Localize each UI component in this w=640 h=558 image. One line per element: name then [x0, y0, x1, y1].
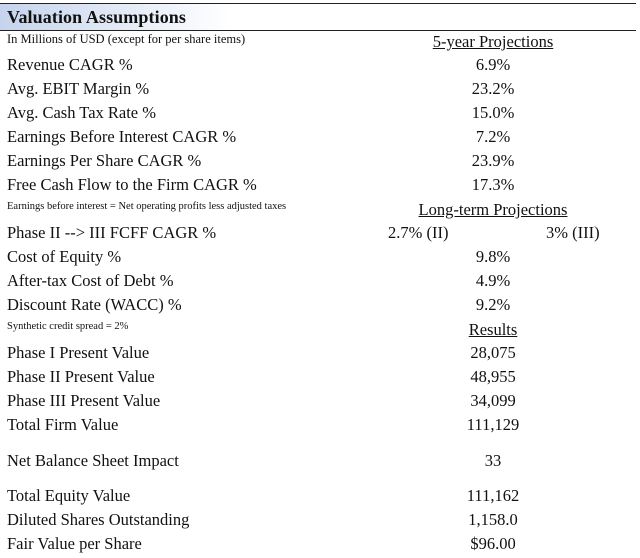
table-row: Cost of Equity % 9.8% [0, 247, 640, 271]
row-label: After-tax Cost of Debt % [7, 271, 174, 290]
row-label: Fair Value per Share [7, 534, 142, 553]
row-value: 23.9% [471, 151, 515, 170]
row-label: Phase II --> III FCFF CAGR % [7, 223, 217, 242]
row-label: Avg. EBIT Margin % [7, 79, 150, 98]
phase2-value: 2.7% (II) [388, 223, 449, 242]
row-value: 28,075 [470, 343, 516, 362]
row-label: Earnings Before Interest CAGR % [7, 127, 237, 146]
row-label: Phase III Present Value [7, 391, 161, 410]
note-row: Synthetic credit spread = 2% Results [0, 319, 640, 343]
table-row: Phase II --> III FCFF CAGR % 2.7% (II) 3… [0, 223, 640, 247]
row-value: 6.9% [475, 55, 511, 74]
row-label: Free Cash Flow to the Firm CAGR % [7, 175, 257, 194]
row-label: Net Balance Sheet Impact [7, 451, 179, 470]
table-row: Avg. EBIT Margin % 23.2% [0, 79, 640, 103]
row-value: 23.2% [471, 79, 515, 98]
row-value: 9.2% [475, 295, 511, 314]
row-label: Diluted Shares Outstanding [7, 510, 190, 529]
row-label: Phase I Present Value [7, 343, 150, 362]
table-row: Avg. Cash Tax Rate % 15.0% [0, 103, 640, 127]
row-value: 34,099 [470, 391, 516, 410]
credit-spread-note: Synthetic credit spread = 2% [7, 321, 129, 332]
table-row: Fair Value per Share $96.00 [0, 534, 640, 558]
phase3-value: 3% (III) [546, 223, 600, 242]
row-label: Cost of Equity % [7, 247, 122, 266]
table-row: Phase II Present Value 48,955 [0, 367, 640, 391]
note-row: Earnings before interest = Net operating… [0, 199, 640, 223]
table-row: Free Cash Flow to the Firm CAGR % 17.3% [0, 175, 640, 199]
table-row: After-tax Cost of Debt % 4.9% [0, 271, 640, 295]
row-value: $96.00 [470, 534, 516, 553]
table-row: Revenue CAGR % 6.9% [0, 55, 640, 79]
subtitle-row: In Millions of USD (except for per share… [0, 31, 640, 55]
table-row: Total Equity Value 111,162 [0, 486, 640, 510]
row-value: 17.3% [471, 175, 515, 194]
five-year-header: 5-year Projections [432, 32, 554, 51]
long-term-header: Long-term Projections [418, 200, 568, 219]
row-value: 1,158.0 [468, 510, 518, 529]
row-value: 111,129 [466, 415, 520, 434]
table-row: Discount Rate (WACC) % 9.2% [0, 295, 640, 319]
row-label: Total Equity Value [7, 486, 131, 505]
table-row: Phase I Present Value 28,075 [0, 343, 640, 367]
row-value: 9.8% [475, 247, 511, 266]
table-row: Total Firm Value 111,129 [0, 415, 640, 439]
row-label: Earnings Per Share CAGR % [7, 151, 202, 170]
row-label: Revenue CAGR % [7, 55, 133, 74]
results-header: Results [468, 320, 518, 339]
title-bar: Valuation Assumptions [0, 3, 636, 31]
row-value: 111,162 [466, 486, 520, 505]
row-label: Avg. Cash Tax Rate % [7, 103, 156, 122]
ebi-note: Earnings before interest = Net operating… [7, 201, 287, 212]
units-note: In Millions of USD (except for per share… [7, 32, 246, 46]
row-value: 7.2% [475, 127, 511, 146]
row-value: 4.9% [475, 271, 511, 290]
table-row: Net Balance Sheet Impact 33 [0, 451, 640, 475]
table-row: Phase III Present Value 34,099 [0, 391, 640, 415]
row-label: Total Firm Value [7, 415, 119, 434]
page-title: Valuation Assumptions [7, 7, 187, 27]
table-row: Diluted Shares Outstanding 1,158.0 [0, 510, 640, 534]
row-value: 33 [484, 451, 502, 470]
table-row: Earnings Before Interest CAGR % 7.2% [0, 127, 640, 151]
table-row: Earnings Per Share CAGR % 23.9% [0, 151, 640, 175]
row-label: Phase II Present Value [7, 367, 155, 386]
row-label: Discount Rate (WACC) % [7, 295, 182, 314]
row-value: 15.0% [471, 103, 515, 122]
row-value: 48,955 [470, 367, 516, 386]
